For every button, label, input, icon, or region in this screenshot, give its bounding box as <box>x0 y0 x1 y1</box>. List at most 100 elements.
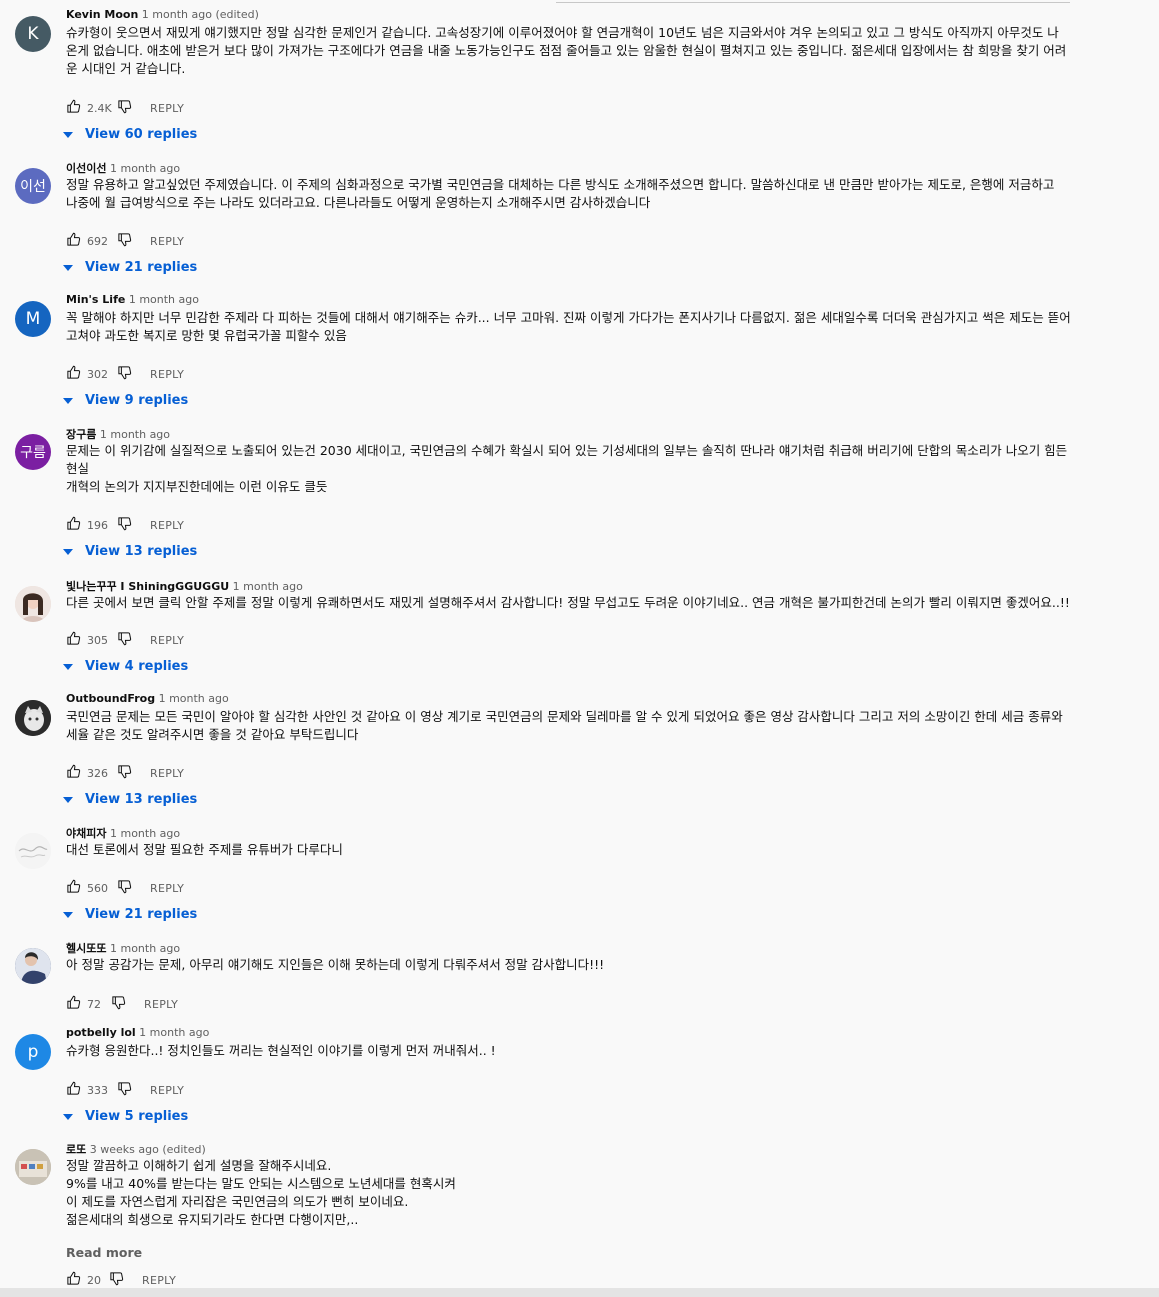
avatar[interactable] <box>15 833 51 869</box>
thumb-down-icon <box>118 880 132 894</box>
comment-text: 꼭 말해야 하지만 너무 민감한 주제라 다 피하는 것들에 대해서 얘기해주는… <box>66 310 1071 343</box>
comment-time[interactable]: 1 month ago <box>129 293 199 306</box>
dislike-button[interactable] <box>117 232 132 250</box>
comment-text: 아 정말 공감가는 문제, 아무리 얘기해도 지인들은 이해 못하는데 이렇게 … <box>66 957 605 972</box>
author-name[interactable]: potbelly lol <box>66 1026 136 1039</box>
like-button[interactable] <box>66 631 81 649</box>
reply-button[interactable]: REPLY <box>150 235 184 248</box>
thumb-down-icon <box>118 765 132 779</box>
view-replies-button[interactable]: View 5 replies <box>63 1109 188 1124</box>
author-name[interactable]: 빛나는꾸꾸 I ShiningGGUGGU <box>66 580 229 593</box>
author-name[interactable]: 헬시또또 <box>66 942 106 955</box>
dislike-button[interactable] <box>117 764 132 782</box>
avatar[interactable]: p <box>15 1034 51 1070</box>
avatar[interactable] <box>15 586 51 622</box>
author-name[interactable]: OutboundFrog <box>66 692 155 705</box>
like-count: 692 <box>87 234 108 248</box>
dislike-button[interactable] <box>117 99 132 117</box>
read-more-button[interactable]: Read more <box>66 1245 142 1260</box>
caret-down-icon <box>63 548 73 555</box>
author-name[interactable]: 야채피자 <box>66 827 106 840</box>
reply-button[interactable]: REPLY <box>150 519 184 532</box>
avatar[interactable]: K <box>15 16 51 52</box>
dislike-button[interactable] <box>117 879 132 897</box>
like-button[interactable] <box>66 232 81 250</box>
view-replies-button[interactable]: View 21 replies <box>63 907 197 922</box>
dislike-button[interactable] <box>117 516 132 534</box>
like-button[interactable] <box>66 1271 81 1289</box>
view-replies-button[interactable]: View 13 replies <box>63 792 197 807</box>
like-button[interactable] <box>66 995 81 1013</box>
view-replies-label: View 21 replies <box>85 260 198 275</box>
view-replies-button[interactable]: View 4 replies <box>63 659 188 674</box>
comment-time[interactable]: 1 month ago <box>159 692 229 705</box>
comment-actions: 196 REPLY <box>66 516 184 534</box>
reply-button[interactable]: REPLY <box>150 882 184 895</box>
thumb-up-icon <box>67 99 81 113</box>
comment-text: 대선 토론에서 정말 필요한 주제를 유튜버가 다루다니 <box>66 842 343 857</box>
comment-header: 야채피자 1 month ago <box>66 825 180 841</box>
comment-time[interactable]: 1 month ago <box>110 162 180 175</box>
dislike-button[interactable] <box>117 631 132 649</box>
taskbar-edge <box>0 1288 1159 1297</box>
avatar[interactable]: 이선 <box>15 168 51 204</box>
avatar[interactable] <box>15 948 51 984</box>
dislike-button[interactable] <box>117 365 132 383</box>
view-replies-button[interactable]: View 13 replies <box>63 544 197 559</box>
comment-header: 빛나는꾸꾸 I ShiningGGUGGU 1 month ago <box>66 578 303 594</box>
avatar[interactable] <box>15 1149 51 1185</box>
comment-time[interactable]: 1 month ago <box>110 942 180 955</box>
author-name[interactable]: Min's Life <box>66 293 125 306</box>
dislike-button[interactable] <box>109 1271 124 1289</box>
reply-button[interactable]: REPLY <box>144 998 178 1011</box>
comment-header: Min's Life 1 month ago <box>66 293 199 306</box>
like-button[interactable] <box>66 879 81 897</box>
view-replies-label: View 13 replies <box>85 792 198 807</box>
view-replies-label: View 4 replies <box>85 659 189 674</box>
comment-time[interactable]: 1 month ago (edited) <box>142 8 259 21</box>
author-name[interactable]: 장구름 <box>66 428 96 441</box>
like-button[interactable] <box>66 99 81 117</box>
comment-time[interactable]: 1 month ago <box>233 580 303 593</box>
like-count: 333 <box>87 1083 108 1097</box>
author-name[interactable]: 이선이선 <box>66 162 106 175</box>
reply-button[interactable]: REPLY <box>150 634 184 647</box>
caret-down-icon <box>63 663 73 670</box>
author-name[interactable]: Kevin Moon <box>66 8 138 21</box>
view-replies-button[interactable]: View 21 replies <box>63 260 197 275</box>
caret-down-icon <box>63 911 73 918</box>
thumb-up-icon <box>67 516 81 530</box>
view-replies-label: View 60 replies <box>85 127 198 142</box>
comment-time[interactable]: 1 month ago <box>100 428 170 441</box>
comment-actions: 72 REPLY <box>66 995 178 1013</box>
comment-actions: 692 REPLY <box>66 232 184 250</box>
avatar[interactable] <box>15 700 51 736</box>
thumb-down-icon <box>118 366 132 380</box>
comment-actions: 326 REPLY <box>66 764 184 782</box>
like-button[interactable] <box>66 516 81 534</box>
thumb-down-icon <box>118 1082 132 1096</box>
like-button[interactable] <box>66 365 81 383</box>
comment-actions: 2.4K REPLY <box>66 99 184 117</box>
like-button[interactable] <box>66 1081 81 1099</box>
user-photo-icon <box>15 1149 51 1185</box>
reply-button[interactable]: REPLY <box>150 368 184 381</box>
thumb-down-icon <box>118 100 132 114</box>
avatar[interactable]: M <box>15 301 51 337</box>
dislike-button[interactable] <box>117 1081 132 1099</box>
reply-button[interactable]: REPLY <box>150 767 184 780</box>
view-replies-label: View 9 replies <box>85 393 189 408</box>
author-name[interactable]: 로또 <box>66 1143 86 1156</box>
dislike-button[interactable] <box>111 995 126 1013</box>
avatar[interactable]: 구름 <box>15 434 51 470</box>
reply-button[interactable]: REPLY <box>150 102 184 115</box>
view-replies-button[interactable]: View 60 replies <box>63 127 197 142</box>
like-button[interactable] <box>66 764 81 782</box>
comment-time[interactable]: 1 month ago <box>110 827 180 840</box>
reply-button[interactable]: REPLY <box>150 1084 184 1097</box>
view-replies-button[interactable]: View 9 replies <box>63 393 188 408</box>
comment-time[interactable]: 3 weeks ago (edited) <box>90 1143 206 1156</box>
comment-time[interactable]: 1 month ago <box>139 1026 209 1039</box>
reply-button[interactable]: REPLY <box>142 1274 176 1287</box>
thumb-up-icon <box>67 1271 81 1285</box>
